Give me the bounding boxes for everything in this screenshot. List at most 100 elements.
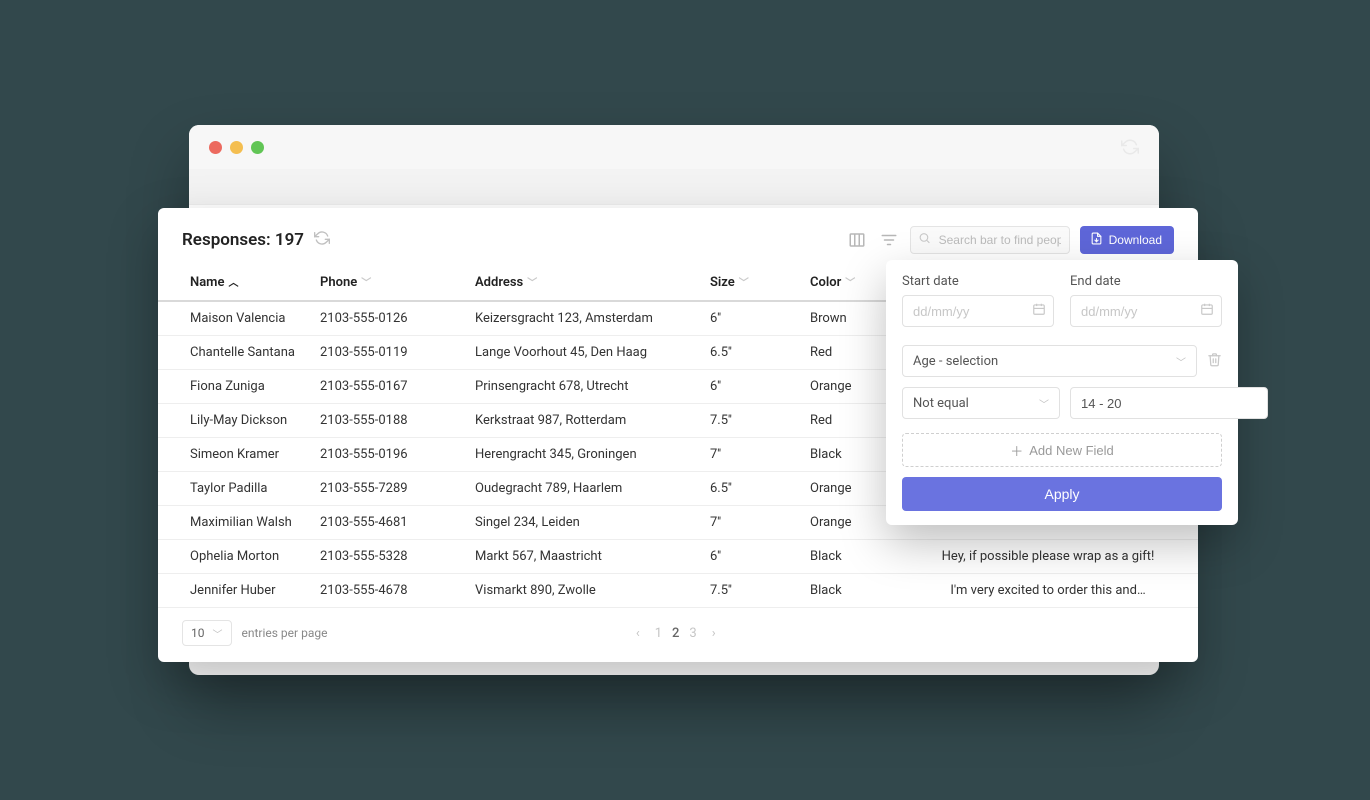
download-icon [1090, 232, 1103, 248]
filter-icon[interactable] [878, 229, 900, 251]
cell-phone: 2103-555-0167 [308, 370, 463, 404]
responses-title: Responses: 197 [182, 230, 330, 251]
cell-name: Maximilian Walsh [158, 506, 308, 540]
add-field-button[interactable]: ＋ Add New Field [902, 433, 1222, 467]
cell-size: 6'' [698, 370, 798, 404]
columns-icon[interactable] [846, 229, 868, 251]
cell-address: Vismarkt 890, Zwolle [463, 574, 698, 608]
col-header-color[interactable]: Color﹀ [798, 264, 898, 301]
cell-phone: 2103-555-0196 [308, 438, 463, 472]
cell-size: 7.5'' [698, 574, 798, 608]
cell-size: 6.5'' [698, 472, 798, 506]
search-wrap [910, 226, 1070, 254]
cell-phone: 2103-555-4681 [308, 506, 463, 540]
chevron-down-icon: ﹀ [845, 278, 855, 289]
download-label: Download [1109, 233, 1162, 247]
cell-phone: 2103-555-7289 [308, 472, 463, 506]
cell-size: 6.5'' [698, 336, 798, 370]
cell-address: Markt 567, Maastricht [463, 540, 698, 574]
col-header-size[interactable]: Size﹀ [698, 264, 798, 301]
responses-count: 197 [275, 230, 304, 250]
page-prev[interactable]: ‹ [636, 626, 640, 641]
page-number[interactable]: 3 [689, 626, 696, 641]
browser-toolbar [189, 169, 1159, 205]
cell-name: Taylor Padilla [158, 472, 308, 506]
start-date-label: Start date [902, 274, 1054, 289]
cell-phone: 2103-555-4678 [308, 574, 463, 608]
cell-name: Simeon Kramer [158, 438, 308, 472]
cell-name: Lily-May Dickson [158, 404, 308, 438]
filter-operator-select[interactable]: Not equal ﹀ [902, 387, 1060, 419]
cell-name: Chantelle Santana [158, 336, 308, 370]
sort-asc-icon: ︿ [228, 278, 238, 289]
cell-size: 6'' [698, 301, 798, 336]
cell-notes: I'm very excited to order this and… [898, 574, 1198, 608]
cell-address: Herengracht 345, Groningen [463, 438, 698, 472]
cell-color: Black [798, 438, 898, 472]
cell-color: Red [798, 404, 898, 438]
page-number[interactable]: 1 [655, 626, 662, 641]
plus-icon: ＋ [1010, 441, 1023, 460]
chevron-down-icon: ﹀ [213, 626, 223, 641]
cell-color: Orange [798, 370, 898, 404]
col-header-phone[interactable]: Phone﹀ [308, 264, 463, 301]
cell-phone: 2103-555-5328 [308, 540, 463, 574]
browser-titlebar [189, 125, 1159, 169]
col-header-name[interactable]: Name︿ [158, 264, 308, 301]
per-page-control: 10 ﹀ entries per page [182, 620, 327, 646]
cell-address: Singel 234, Leiden [463, 506, 698, 540]
filter-condition-row: Not equal ﹀ [902, 387, 1222, 419]
per-page-label: entries per page [242, 626, 328, 640]
table-row[interactable]: Jennifer Huber2103-555-4678Vismarkt 890,… [158, 574, 1198, 608]
table-row[interactable]: Ophelia Morton2103-555-5328Markt 567, Ma… [158, 540, 1198, 574]
pagination: ‹ 123 › [636, 626, 716, 641]
cell-color: Orange [798, 506, 898, 540]
cell-size: 6'' [698, 540, 798, 574]
chevron-down-icon: ﹀ [361, 278, 371, 289]
cell-name: Fiona Zuniga [158, 370, 308, 404]
window-minimize-button[interactable] [230, 141, 243, 154]
chevron-down-icon: ﹀ [739, 278, 749, 289]
panel-header: Responses: 197 [158, 208, 1198, 264]
calendar-icon[interactable] [1032, 302, 1046, 320]
cell-notes: Hey, if possible please wrap as a gift! [898, 540, 1198, 574]
chevron-down-icon: ﹀ [1176, 354, 1186, 369]
search-input[interactable] [910, 226, 1070, 254]
cell-name: Ophelia Morton [158, 540, 308, 574]
panel-header-actions: Download [846, 226, 1174, 254]
cell-address: Kerkstraat 987, Rotterdam [463, 404, 698, 438]
chevron-down-icon: ﹀ [527, 278, 537, 289]
col-header-address[interactable]: Address﹀ [463, 264, 698, 301]
sync-icon [1121, 138, 1139, 156]
apply-button[interactable]: Apply [902, 477, 1222, 511]
cell-color: Red [798, 336, 898, 370]
cell-size: 7.5'' [698, 404, 798, 438]
cell-phone: 2103-555-0119 [308, 336, 463, 370]
filter-field-select[interactable]: Age - selection ﹀ [902, 345, 1197, 377]
cell-size: 7'' [698, 438, 798, 472]
calendar-icon[interactable] [1200, 302, 1214, 320]
search-icon [918, 232, 931, 249]
cell-color: Black [798, 540, 898, 574]
cell-color: Brown [798, 301, 898, 336]
cell-address: Lange Voorhout 45, Den Haag [463, 336, 698, 370]
panel-footer: 10 ﹀ entries per page ‹ 123 › [158, 608, 1198, 652]
cell-color: Black [798, 574, 898, 608]
window-close-button[interactable] [209, 141, 222, 154]
cell-phone: 2103-555-0188 [308, 404, 463, 438]
refresh-icon[interactable] [314, 230, 330, 251]
cell-size: 7'' [698, 506, 798, 540]
page-number[interactable]: 2 [672, 626, 679, 641]
delete-filter-icon[interactable] [1207, 352, 1222, 371]
filter-popover: Start date End date Age - selection ﹀ [886, 260, 1238, 525]
chevron-down-icon: ﹀ [1039, 396, 1049, 411]
cell-phone: 2103-555-0126 [308, 301, 463, 336]
filter-value-input[interactable] [1070, 387, 1268, 419]
download-button[interactable]: Download [1080, 226, 1174, 254]
cell-address: Prinsengracht 678, Utrecht [463, 370, 698, 404]
per-page-select[interactable]: 10 ﹀ [182, 620, 232, 646]
window-maximize-button[interactable] [251, 141, 264, 154]
filter-field-row: Age - selection ﹀ [902, 345, 1222, 377]
page-next[interactable]: › [712, 626, 716, 641]
cell-name: Jennifer Huber [158, 574, 308, 608]
